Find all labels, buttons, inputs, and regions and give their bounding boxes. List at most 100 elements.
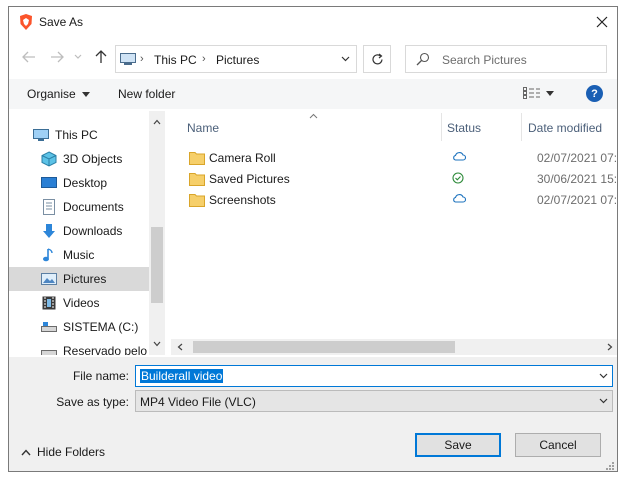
- organise-button[interactable]: Organise: [27, 87, 90, 101]
- arrow-right-icon: [51, 51, 64, 63]
- save-as-dialog: Save As › This PC › Pictures Search Pict…: [8, 6, 618, 472]
- organise-label: Organise: [27, 87, 76, 101]
- pc-icon: [33, 129, 49, 141]
- forward-button[interactable]: [47, 47, 67, 67]
- save-button[interactable]: Save: [415, 433, 501, 457]
- details-view-icon: [523, 87, 540, 99]
- breadcrumb-this-pc[interactable]: This PC: [154, 53, 197, 67]
- save-type-value: MP4 Video File (VLC): [140, 395, 256, 409]
- nav-item-videos[interactable]: Videos: [9, 291, 149, 315]
- chevron-down-icon: [153, 341, 161, 347]
- chevron-down-icon: [599, 373, 607, 379]
- chevron-right-icon: [607, 343, 613, 351]
- nav-item-desktop[interactable]: Desktop: [9, 171, 149, 195]
- download-icon: [43, 224, 55, 238]
- refresh-button[interactable]: [363, 45, 391, 73]
- file-row-screenshots[interactable]: Screenshots 02/07/2021 07:59: [187, 190, 617, 211]
- resize-grip-icon[interactable]: [605, 461, 615, 471]
- nav-item-3d-objects[interactable]: 3D Objects: [9, 147, 149, 171]
- help-button[interactable]: ?: [586, 85, 603, 102]
- close-button[interactable]: [587, 7, 617, 37]
- file-name-dropdown-button[interactable]: [594, 366, 612, 386]
- file-row-saved-pictures[interactable]: Saved Pictures 30/06/2021 15:35: [187, 169, 617, 190]
- command-bar: Organise New folder ?: [9, 79, 617, 109]
- cloud-icon: [453, 194, 466, 203]
- column-divider[interactable]: [521, 113, 522, 141]
- up-button[interactable]: [91, 47, 111, 67]
- music-icon: [43, 248, 53, 262]
- chevron-down-icon: [74, 54, 82, 59]
- recent-locations-button[interactable]: [71, 47, 85, 67]
- caret-down-icon: [546, 90, 554, 96]
- hide-folders-button[interactable]: Hide Folders: [21, 445, 105, 459]
- column-divider[interactable]: [441, 113, 442, 141]
- nav-item-documents[interactable]: Documents: [9, 195, 149, 219]
- nav-item-music[interactable]: Music: [9, 243, 149, 267]
- column-header-date-modified[interactable]: Date modified: [528, 121, 602, 135]
- breadcrumb-separator-icon: ›: [202, 53, 206, 65]
- breadcrumb-separator-icon: ›: [140, 53, 144, 65]
- sort-ascending-icon: [309, 113, 318, 119]
- chevron-left-icon: [177, 343, 183, 351]
- pc-icon: [120, 53, 136, 65]
- arrow-up-icon: [95, 50, 107, 63]
- address-bar[interactable]: › This PC › Pictures: [115, 45, 357, 73]
- nav-item-sistema-c[interactable]: SISTEMA (C:): [9, 315, 149, 339]
- arrow-left-icon: [22, 51, 35, 63]
- chevron-up-icon: [21, 448, 31, 455]
- desktop-icon: [41, 177, 57, 188]
- video-icon: [42, 296, 56, 310]
- search-box[interactable]: Search Pictures: [405, 45, 607, 73]
- navigation-pane-scrollbar[interactable]: [149, 111, 165, 355]
- folder-icon: [189, 152, 205, 165]
- nav-item-this-pc[interactable]: This PC: [9, 123, 149, 147]
- save-type-label: Save as type:: [56, 395, 129, 409]
- file-list-horizontal-scrollbar[interactable]: [171, 339, 617, 355]
- pictures-icon: [41, 273, 57, 285]
- new-folder-label: New folder: [118, 87, 176, 101]
- scrollbar-thumb[interactable]: [193, 341, 455, 353]
- hide-folders-label: Hide Folders: [37, 445, 106, 459]
- cube-icon: [41, 151, 57, 167]
- save-form: File name: Builderall video Save as type…: [9, 357, 617, 471]
- folder-icon: [189, 194, 205, 207]
- brave-browser-icon: [20, 14, 32, 30]
- save-type-select[interactable]: MP4 Video File (VLC): [135, 390, 613, 412]
- navigation-bar: › This PC › Pictures Search Pictures: [9, 41, 617, 75]
- search-icon: [416, 52, 430, 66]
- breadcrumb-pictures[interactable]: Pictures: [216, 53, 259, 67]
- scrollbar-thumb[interactable]: [151, 227, 163, 303]
- refresh-icon: [371, 53, 383, 64]
- file-name-label: File name:: [72, 369, 129, 383]
- address-dropdown-button[interactable]: [334, 46, 356, 72]
- file-name-value: Builderall video: [140, 369, 224, 383]
- window-title: Save As: [39, 15, 84, 29]
- new-folder-button[interactable]: New folder: [118, 87, 175, 101]
- drive-icon: [41, 322, 57, 332]
- view-options-button[interactable]: [523, 87, 554, 99]
- nav-item-reservado[interactable]: Reservado pelo S: [9, 339, 158, 355]
- column-header-name[interactable]: Name: [187, 121, 219, 135]
- cancel-button[interactable]: Cancel: [515, 433, 601, 457]
- caret-down-icon: [81, 91, 90, 97]
- drive-icon: [41, 350, 57, 355]
- file-name-input[interactable]: Builderall video: [135, 365, 613, 387]
- nav-item-downloads[interactable]: Downloads: [9, 219, 149, 243]
- folder-icon: [189, 173, 205, 186]
- nav-item-pictures[interactable]: Pictures: [9, 267, 149, 291]
- chevron-up-icon: [153, 119, 161, 125]
- chevron-down-icon: [599, 398, 607, 404]
- close-icon: [596, 16, 608, 28]
- synced-check-icon: [452, 172, 464, 184]
- documents-icon: [43, 199, 55, 215]
- column-header-status[interactable]: Status: [447, 121, 481, 135]
- save-type-dropdown-button[interactable]: [594, 391, 612, 411]
- file-list: Name Status Date modified Camera Roll 02…: [171, 111, 617, 355]
- chevron-down-icon: [341, 56, 349, 62]
- search-placeholder: Search Pictures: [442, 53, 527, 67]
- cloud-icon: [453, 152, 466, 161]
- navigation-pane: This PC 3D Objects Desktop Documents Dow…: [9, 111, 165, 355]
- file-row-camera-roll[interactable]: Camera Roll 02/07/2021 07:59: [187, 148, 617, 169]
- title-bar: Save As: [9, 7, 617, 37]
- back-button[interactable]: [19, 47, 39, 67]
